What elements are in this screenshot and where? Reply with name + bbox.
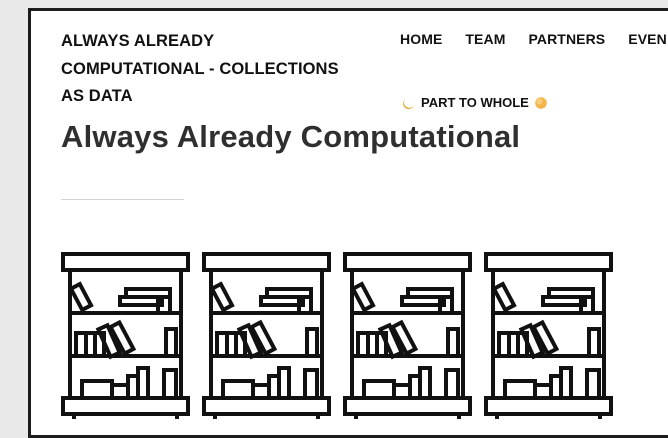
- sun-icon: [535, 97, 547, 109]
- title-separator: [61, 199, 184, 200]
- nav-item-home[interactable]: HOME: [400, 28, 442, 50]
- bookshelf-icon: [484, 252, 613, 421]
- crescent-moon-icon: [403, 99, 414, 110]
- nav-item-partners[interactable]: PARTNERS: [528, 28, 605, 50]
- main-navigation: HOME TEAM PARTNERS EVEN: [400, 28, 667, 50]
- page-title: Always Already Computational: [61, 119, 521, 154]
- nav-item-team[interactable]: TEAM: [465, 28, 505, 50]
- site-title[interactable]: ALWAYS ALREADY COMPUTATIONAL - COLLECTIO…: [61, 28, 381, 111]
- nav-item-part-to-whole[interactable]: PART TO WHOLE: [402, 93, 548, 113]
- bookshelves-image: [60, 251, 620, 421]
- site-title-line[interactable]: ALWAYS ALREADY: [61, 28, 381, 56]
- site-title-line[interactable]: COMPUTATIONAL - COLLECTIONS: [61, 56, 381, 84]
- site-title-line[interactable]: AS DATA: [61, 83, 381, 111]
- bookshelf-icon: [61, 252, 190, 421]
- bookshelf-icon: [202, 252, 331, 421]
- nav-item-label: PART TO WHOLE: [421, 95, 529, 110]
- browser-viewport: ALWAYS ALREADY COMPUTATIONAL - COLLECTIO…: [28, 8, 668, 438]
- nav-item-events[interactable]: EVEN: [628, 28, 667, 50]
- bookshelf-icon: [343, 252, 472, 421]
